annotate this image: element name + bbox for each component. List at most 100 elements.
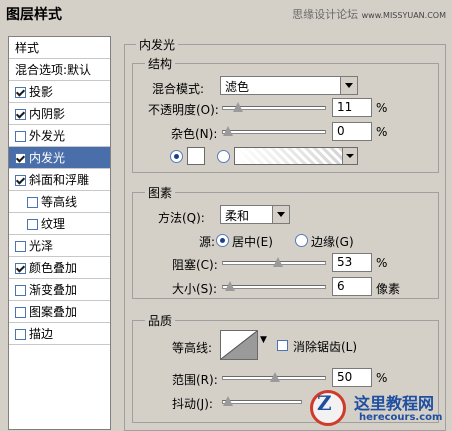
choke-label: 阻塞(C):	[172, 258, 218, 272]
contour-picker[interactable]	[220, 330, 258, 360]
watermark-text: 思缘设计论坛	[292, 8, 359, 21]
style-item[interactable]: 图案叠加	[9, 301, 110, 323]
choke-unit: %	[376, 256, 388, 270]
style-item-label: 内发光	[29, 151, 66, 165]
logo-text-en: herecours.com	[359, 412, 443, 423]
style-item[interactable]: 内阴影	[9, 103, 110, 125]
size-label: 大小(S):	[172, 282, 218, 296]
noise-label: 杂色(N):	[171, 127, 218, 141]
blend-options-item[interactable]: 混合选项:默认	[9, 59, 110, 81]
styles-list: 样式 混合选项:默认 投影内阴影外发光内发光斜面和浮雕等高线纹理光泽颜色叠加渐变…	[8, 36, 111, 430]
style-checkbox[interactable]	[15, 329, 26, 340]
source-center-label[interactable]: 居中(E)	[232, 233, 273, 250]
style-item-label: 图案叠加	[29, 305, 78, 319]
source-edge-radio[interactable]	[295, 234, 308, 247]
gradient-radio[interactable]	[217, 150, 230, 163]
jitter-label: 抖动(J):	[172, 397, 213, 411]
size-unit: 像素	[376, 282, 401, 296]
elements-title: 图素	[145, 184, 176, 201]
style-item[interactable]: 斜面和浮雕	[9, 169, 110, 191]
noise-unit: %	[376, 125, 388, 139]
opacity-slider[interactable]	[222, 102, 326, 112]
size-slider-thumb[interactable]	[224, 281, 235, 292]
style-item[interactable]: 描边	[9, 323, 110, 345]
style-checkbox[interactable]	[15, 241, 26, 252]
opacity-label: 不透明度(O):	[148, 103, 219, 117]
style-checkbox[interactable]	[15, 285, 26, 296]
contour-dropdown-icon[interactable]: ▼	[260, 335, 267, 345]
color-radio[interactable]	[170, 150, 183, 163]
style-checkbox[interactable]	[15, 87, 26, 98]
style-item-label: 描边	[29, 327, 54, 341]
styles-header[interactable]: 样式	[9, 37, 110, 59]
inner-glow-panel: 内发光 结构 混合模式: 滤色 不透明度(O): 11 % 杂色(N): 0 %…	[124, 36, 452, 431]
jitter-slider-thumb[interactable]	[223, 396, 233, 407]
style-checkbox[interactable]	[15, 153, 26, 164]
style-item-label: 外发光	[29, 129, 66, 143]
noise-slider-thumb[interactable]	[223, 126, 233, 137]
styles-header-label: 样式	[15, 41, 40, 55]
style-item-label: 等高线	[41, 195, 78, 209]
style-checkbox[interactable]	[15, 263, 26, 274]
style-checkbox[interactable]	[27, 197, 38, 208]
site-logo: Z 这里教程网 herecours.com	[307, 384, 452, 431]
logo-mark: Z	[317, 391, 332, 415]
style-item[interactable]: 内发光	[9, 147, 110, 169]
style-item[interactable]: 渐变叠加	[9, 279, 110, 301]
antialias-label[interactable]: 消除锯齿(L)	[293, 338, 357, 355]
inner-glow-title: 内发光	[136, 36, 179, 53]
glow-gradient-picker[interactable]	[234, 147, 358, 165]
structure-title: 结构	[145, 55, 176, 72]
chevron-down-icon	[340, 77, 357, 94]
style-item[interactable]: 光泽	[9, 235, 110, 257]
style-item[interactable]: 等高线	[9, 191, 110, 213]
choke-slider-thumb[interactable]	[272, 257, 283, 268]
contour-label: 等高线:	[172, 341, 213, 355]
blend-mode-value: 滤色	[225, 80, 250, 94]
title-bar: 图层样式 思缘设计论坛 www.MISSYUAN.COM	[0, 0, 452, 28]
style-checkbox[interactable]	[15, 307, 26, 318]
choke-input[interactable]: 53	[332, 253, 372, 272]
quality-title: 品质	[145, 312, 176, 329]
source-center-radio[interactable]	[216, 234, 229, 247]
chevron-down-icon	[272, 206, 289, 223]
choke-slider[interactable]	[222, 257, 326, 267]
dialog-title: 图层样式	[6, 7, 62, 23]
range-slider-thumb[interactable]	[270, 372, 280, 383]
antialias-checkbox[interactable]	[277, 340, 288, 351]
jitter-slider[interactable]	[222, 396, 302, 406]
logo-text-cn: 这里教程网	[354, 394, 435, 413]
noise-input[interactable]: 0	[332, 122, 372, 141]
style-item[interactable]: 颜色叠加	[9, 257, 110, 279]
watermark: 思缘设计论坛 www.MISSYUAN.COM	[292, 6, 446, 22]
style-item-label: 光泽	[29, 239, 54, 253]
style-checkbox[interactable]	[27, 219, 38, 230]
noise-slider[interactable]	[222, 126, 326, 136]
source-edge-label[interactable]: 边缘(G)	[311, 233, 354, 250]
size-input[interactable]: 6	[332, 277, 372, 296]
blend-mode-select[interactable]: 滤色	[220, 76, 358, 95]
source-label: 源:	[199, 235, 216, 249]
size-slider[interactable]	[222, 281, 326, 291]
style-checkbox[interactable]	[15, 131, 26, 142]
style-item-label: 渐变叠加	[29, 283, 78, 297]
chevron-down-icon[interactable]	[342, 148, 357, 164]
style-item-label: 斜面和浮雕	[29, 173, 90, 187]
style-item-label: 颜色叠加	[29, 261, 78, 275]
style-item-label: 内阴影	[29, 107, 66, 121]
opacity-slider-thumb[interactable]	[233, 102, 244, 113]
range-unit: %	[376, 371, 388, 385]
glow-color-swatch[interactable]	[187, 147, 205, 165]
style-item[interactable]: 投影	[9, 81, 110, 103]
style-item[interactable]: 外发光	[9, 125, 110, 147]
technique-select[interactable]: 柔和	[220, 205, 290, 224]
style-item-label: 投影	[29, 85, 54, 99]
technique-value: 柔和	[225, 209, 250, 223]
opacity-input[interactable]: 11	[332, 98, 372, 117]
opacity-unit: %	[376, 101, 388, 115]
style-item[interactable]: 纹理	[9, 213, 110, 235]
technique-label: 方法(Q):	[158, 211, 205, 225]
style-checkbox[interactable]	[15, 109, 26, 120]
range-slider[interactable]	[222, 372, 326, 382]
style-checkbox[interactable]	[15, 175, 26, 186]
